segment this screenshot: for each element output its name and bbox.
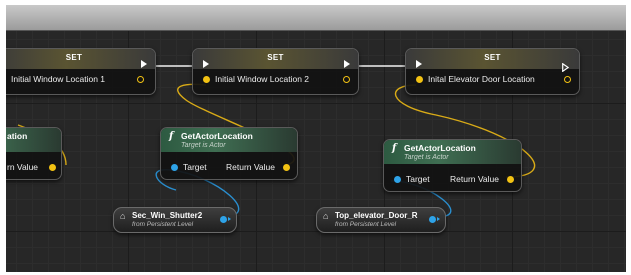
object-out-pin-icon[interactable] bbox=[429, 216, 436, 223]
actor-reference-source: from Persistent Level bbox=[132, 221, 194, 228]
set-node-variable-label: Inital Elevator Door Location bbox=[428, 74, 535, 84]
set-node-3[interactable]: SET Inital Elevator Door Location bbox=[405, 48, 580, 95]
actor-reference-name: Top_elevator_Door_R bbox=[335, 211, 418, 220]
vector-out-pin-icon[interactable] bbox=[137, 76, 144, 83]
return-value-pin-icon[interactable] bbox=[507, 176, 514, 183]
exec-out-pin-icon[interactable] bbox=[344, 60, 350, 68]
actor-reference-icon: ⌂ bbox=[120, 211, 126, 221]
set-node-variable-label: Initial Window Location 1 bbox=[11, 74, 106, 84]
object-out-arrow-icon bbox=[228, 217, 231, 221]
target-label: Target bbox=[406, 174, 430, 184]
return-value-pin-icon[interactable] bbox=[49, 164, 56, 171]
actor-reference-node-1[interactable]: ⌂ Sec_Win_Shutter2 from Persistent Level bbox=[113, 207, 237, 233]
target-pin-icon[interactable] bbox=[394, 176, 401, 183]
vector-in-pin-icon[interactable] bbox=[203, 76, 210, 83]
blueprint-graph-canvas[interactable]: SET Initial Window Location 1 SET Initia… bbox=[6, 5, 626, 272]
function-node-header: ation bbox=[6, 128, 61, 152]
vector-in-pin-icon[interactable] bbox=[416, 76, 423, 83]
vector-out-pin-icon[interactable] bbox=[564, 76, 571, 83]
actor-reference-name: Sec_Win_Shutter2 bbox=[132, 211, 203, 220]
set-node-1[interactable]: SET Initial Window Location 1 bbox=[6, 48, 156, 95]
return-value-label: Return Value bbox=[226, 162, 275, 172]
target-label: Target bbox=[183, 162, 207, 172]
set-node-header: SET bbox=[406, 49, 579, 73]
set-node-header: SET bbox=[6, 49, 155, 69]
actor-reference-source: from Persistent Level bbox=[335, 221, 397, 228]
return-value-pin-icon[interactable] bbox=[283, 164, 290, 171]
function-node-title: GetActorLocation bbox=[181, 131, 253, 141]
return-value-label: rn Value bbox=[7, 162, 39, 172]
return-value-label: Return Value bbox=[450, 174, 499, 184]
function-node-header: f GetActorLocation Target is Actor bbox=[384, 140, 521, 164]
set-node-2[interactable]: SET Initial Window Location 2 bbox=[192, 48, 359, 95]
function-node-partial[interactable]: ation rn Value bbox=[6, 127, 62, 180]
function-node-subtitle: Target is Actor bbox=[404, 154, 449, 161]
object-out-pin-icon[interactable] bbox=[220, 216, 227, 223]
get-actor-location-node-1[interactable]: f GetActorLocation Target is Actor Targe… bbox=[160, 127, 298, 180]
object-out-arrow-icon bbox=[437, 217, 440, 221]
set-node-title: SET bbox=[65, 53, 83, 62]
function-node-subtitle: Target is Actor bbox=[181, 142, 226, 149]
exec-out-pin-icon[interactable] bbox=[562, 59, 570, 73]
function-node-title: ation bbox=[7, 131, 28, 141]
function-node-title: GetActorLocation bbox=[404, 143, 476, 153]
target-pin-icon[interactable] bbox=[171, 164, 178, 171]
get-actor-location-node-2[interactable]: f GetActorLocation Target is Actor Targe… bbox=[383, 139, 522, 192]
set-node-title: SET bbox=[484, 53, 501, 62]
actor-reference-node-2[interactable]: ⌂ Top_elevator_Door_R from Persistent Le… bbox=[316, 207, 446, 233]
set-node-variable-label: Initial Window Location 2 bbox=[215, 74, 310, 84]
wire-layer bbox=[17, 65, 536, 218]
set-node-title: SET bbox=[267, 53, 284, 62]
function-f-icon: f bbox=[392, 143, 397, 154]
function-node-header: f GetActorLocation Target is Actor bbox=[161, 128, 297, 152]
set-node-header: SET bbox=[193, 49, 358, 69]
exec-out-pin-icon[interactable] bbox=[141, 60, 147, 68]
function-f-icon: f bbox=[169, 131, 174, 142]
vector-out-pin-icon[interactable] bbox=[343, 76, 350, 83]
actor-reference-icon: ⌂ bbox=[323, 211, 329, 221]
